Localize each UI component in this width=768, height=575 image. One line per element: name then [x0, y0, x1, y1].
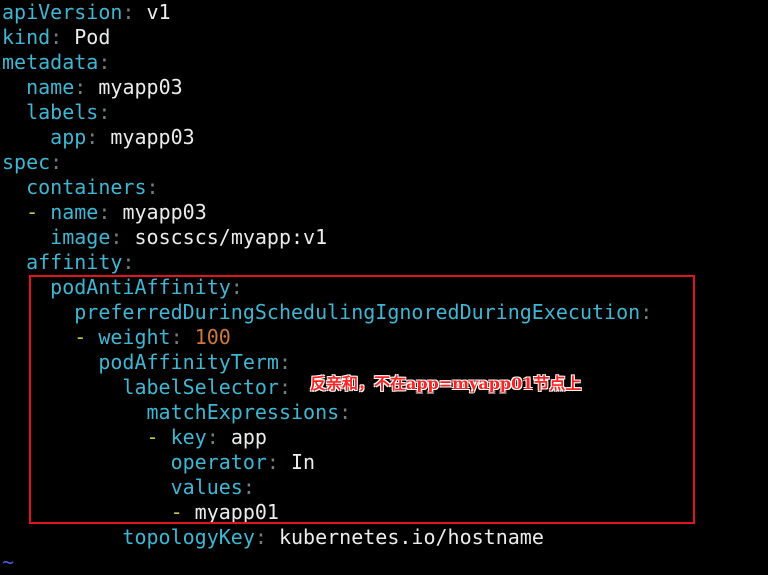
yaml-value: v1 [146, 0, 171, 24]
code-line[interactable]: kind: Pod [2, 25, 110, 50]
yaml-key: app [50, 125, 87, 149]
code-line[interactable]: image: soscscs/myapp:v1 [2, 225, 327, 250]
colon: : [86, 125, 99, 149]
colon: : [254, 525, 267, 549]
code-line[interactable]: spec: [2, 150, 62, 175]
yaml-value: myapp03 [110, 125, 195, 149]
yaml-key: spec [2, 150, 51, 174]
colon: : [50, 25, 63, 49]
code-line[interactable]: metadata: [2, 50, 110, 75]
code-line[interactable]: apiVersion: v1 [2, 0, 171, 25]
yaml-value: soscscs/myapp:v1 [134, 225, 328, 249]
yaml-key: containers [26, 175, 147, 199]
annotation-label: 反亲和，不在app=myapp01节点上 [310, 374, 582, 393]
yaml-key: name [50, 200, 99, 224]
code-line[interactable]: app: myapp03 [2, 125, 195, 150]
yaml-key: metadata [2, 50, 99, 74]
colon: : [50, 150, 63, 174]
yaml-value: kubernetes.io/hostname [278, 525, 544, 549]
colon: : [74, 75, 87, 99]
list-dash: - [26, 200, 39, 224]
colon: : [122, 250, 135, 274]
code-line[interactable]: name: myapp03 [2, 75, 183, 100]
yaml-value: myapp03 [122, 200, 207, 224]
yaml-value: Pod [74, 25, 111, 49]
yaml-key: image [50, 225, 111, 249]
code-line[interactable]: topologyKey: kubernetes.io/hostname [2, 525, 544, 550]
vim-empty-line-tilde: ~ [2, 550, 15, 574]
colon: : [98, 100, 111, 124]
code-line[interactable]: labels: [2, 100, 110, 125]
yaml-key: name [26, 75, 75, 99]
highlight-box [29, 275, 695, 524]
yaml-key: kind [2, 25, 51, 49]
code-line[interactable]: affinity: [2, 250, 134, 275]
colon: : [98, 50, 111, 74]
yaml-key: apiVersion [2, 0, 123, 24]
colon: : [98, 200, 111, 224]
yaml-key: affinity [26, 250, 123, 274]
code-line[interactable]: containers: [2, 175, 159, 200]
colon: : [146, 175, 159, 199]
code-line[interactable]: - name: myapp03 [2, 200, 207, 225]
colon: : [110, 225, 123, 249]
yaml-value: myapp03 [98, 75, 183, 99]
yaml-key: topologyKey [122, 525, 255, 549]
colon: : [122, 0, 135, 24]
yaml-key: labels [26, 100, 99, 124]
